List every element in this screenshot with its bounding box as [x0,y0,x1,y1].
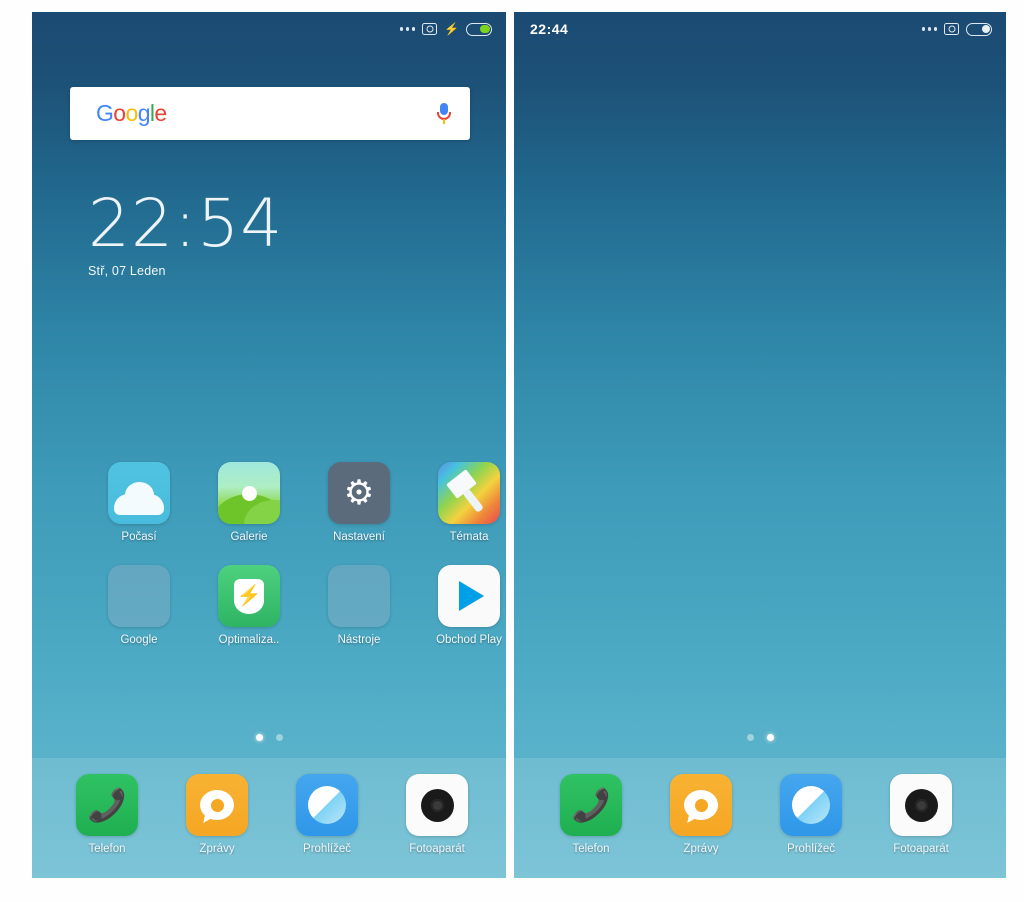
app-label: Telefon [572,843,610,855]
dock-app-telefon[interactable]: 📞 Telefon [536,774,646,855]
app-label: Galerie [230,531,268,543]
dock-app-zpravy[interactable]: Zprávy [646,774,756,855]
messages-icon [670,774,732,836]
app-obchod-play[interactable]: Obchod Play [414,565,506,646]
page-dot[interactable] [746,734,754,741]
dock-app-fotoaparat[interactable]: Fotoaparát [866,774,976,855]
google-logo: Google [96,100,167,126]
more-dots-icon [399,27,416,31]
status-bar-clock-right: 22:44 [530,21,569,37]
app-label: Google [120,634,158,646]
settings-gear-icon: ⚙ [328,462,390,524]
dock-right: 📞 Telefon Zprávy Prohlížeč Fotoaparát [514,758,1006,878]
phone-screen-left: ⚡ Google 22:54 Stř, 07 Leden Počasí Gale… [32,12,506,878]
app-label: Prohlížeč [787,843,835,855]
app-temata[interactable]: Témata [414,462,506,543]
app-label: Obchod Play [436,634,502,646]
browser-icon [296,774,358,836]
app-label: Prohlížeč [303,843,351,855]
page-indicator-left[interactable] [32,734,506,741]
clock-time: 22:54 [88,185,284,262]
phone-icon: 📞 [560,774,622,836]
more-dots-icon [921,27,937,31]
page-dot[interactable] [255,734,263,741]
dock-left: 📞 Telefon Zprávy Prohlížeč Fotoaparát [32,758,506,878]
dock-app-prohlizec[interactable]: Prohlížeč [756,774,866,855]
browser-icon [780,774,842,836]
app-optimalizace[interactable]: ⚡ Optimaliza.. [194,565,304,646]
messages-icon [186,774,248,836]
app-label: Zprávy [199,843,235,855]
phone-screen-right: 22:44 07 Kalendář Soubory [514,12,1006,878]
phone-icon: 📞 [76,774,138,836]
app-galerie[interactable]: Galerie [194,462,304,543]
app-label: Nastavení [333,531,385,543]
clock-date: Stř, 07 Leden [88,263,166,278]
app-google-folder[interactable]: Google [84,565,194,646]
microphone-icon[interactable] [436,102,452,126]
battery-icon [466,22,492,36]
clock-widget[interactable]: 22:54 Stř, 07 Leden [88,185,284,278]
weather-icon [108,462,170,524]
app-nastaveni[interactable]: ⚙ Nastavení [304,462,414,543]
app-grid-left: Počasí Galerie ⚙ Nastavení Témata Google… [84,462,506,668]
screenshot-icon [422,23,438,35]
screenshot-icon [944,23,959,35]
security-shield-icon: ⚡ [218,565,280,627]
play-store-icon [438,565,500,627]
app-nastroje-folder[interactable]: Nástroje [304,565,414,646]
app-label: Optimaliza.. [218,634,280,646]
battery-icon [966,22,992,36]
charging-bolt-icon: ⚡ [444,22,459,36]
camera-icon [890,774,952,836]
dock-app-zpravy[interactable]: Zprávy [162,774,272,855]
screenshot-stage: ⚡ Google 22:54 Stř, 07 Leden Počasí Gale… [0,0,1024,902]
status-bar-left: ⚡ [32,12,506,46]
dock-app-telefon[interactable]: 📞 Telefon [52,774,162,855]
themes-brush-icon [438,462,500,524]
app-label: Fotoaparát [893,843,949,855]
google-search-widget[interactable]: Google [70,87,470,140]
dock-app-prohlizec[interactable]: Prohlížeč [272,774,382,855]
status-bar-right: 22:44 [514,12,1006,46]
gallery-icon [218,462,280,524]
google-folder-icon [108,565,170,627]
page-dot[interactable] [766,734,774,741]
app-label: Témata [449,531,489,543]
page-dot[interactable] [275,734,283,741]
app-label: Telefon [88,843,126,855]
app-label: Počasí [121,531,157,543]
app-label: Nástroje [337,634,381,646]
camera-icon [406,774,468,836]
app-label: Zprávy [683,843,719,855]
page-indicator-right[interactable] [514,734,1006,741]
tools-folder-icon [328,565,390,627]
dock-app-fotoaparat[interactable]: Fotoaparát [382,774,492,855]
app-label: Fotoaparát [409,843,465,855]
app-pocasi[interactable]: Počasí [84,462,194,543]
